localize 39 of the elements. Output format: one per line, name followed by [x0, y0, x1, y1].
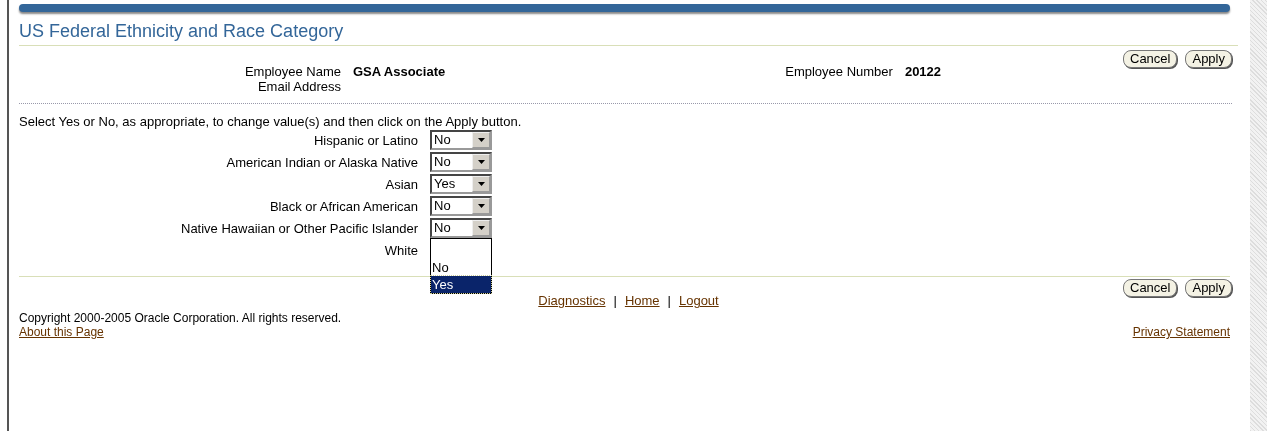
field-label: Email Address [256, 79, 341, 95]
caret-icon [477, 226, 485, 231]
question-label: Black or African American [268, 198, 419, 215]
dropdown-list[interactable]: No Yes [430, 238, 492, 295]
scrollbar[interactable] [1250, 0, 1267, 431]
action-button[interactable]: Apply [1185, 279, 1232, 298]
caret-icon [477, 182, 485, 187]
action-button[interactable]: Cancel [1123, 49, 1178, 68]
dropdown[interactable]: Yes [430, 174, 492, 195]
dropdown-option[interactable]: No [431, 259, 491, 277]
action-button[interactable]: Apply [1185, 49, 1232, 68]
field-label: Employee Number [785, 63, 893, 81]
footer-link[interactable]: Diagnostics [538, 293, 606, 309]
instruction-text: Select Yes or No, as appropriate, to change value(s) and then click on the Apply button. [19, 113, 523, 130]
question-label: American Indian or Alaska Native [225, 154, 419, 171]
caret-icon [477, 204, 485, 209]
dropdown[interactable]: No [430, 152, 492, 173]
link-separator: | [667, 293, 671, 309]
privacy-link[interactable]: Privacy Statement [1132, 325, 1230, 340]
field-value: 20122 [904, 63, 942, 81]
question-label: Native Hawaiian or Other Pacific Islander [180, 220, 419, 237]
dropdown-option[interactable]: Yes [431, 276, 491, 294]
copyright-text: Copyright 2000-2005 Oracle Corporation. All rights reserved. [19, 310, 342, 326]
dropdown[interactable]: No [430, 196, 492, 217]
field-value: GSA Associate [353, 63, 446, 80]
dropdown[interactable]: No [430, 130, 492, 151]
footer-link[interactable]: Home [624, 293, 660, 309]
page-title: US Federal Ethnicity and Race Category [19, 21, 1238, 46]
caret-icon [477, 160, 485, 165]
action-button[interactable]: Cancel [1123, 279, 1178, 298]
caret-icon [477, 138, 485, 143]
field-label: Employee Name [243, 63, 341, 80]
question-label: Asian [384, 176, 419, 193]
dropdown[interactable]: No [430, 218, 492, 239]
question-label: White [383, 242, 419, 259]
question-label: Hispanic or Latino [312, 132, 419, 149]
about-link[interactable]: About this Page [19, 325, 104, 340]
footer-link[interactable]: Logout [678, 293, 719, 309]
link-separator: | [613, 293, 617, 309]
